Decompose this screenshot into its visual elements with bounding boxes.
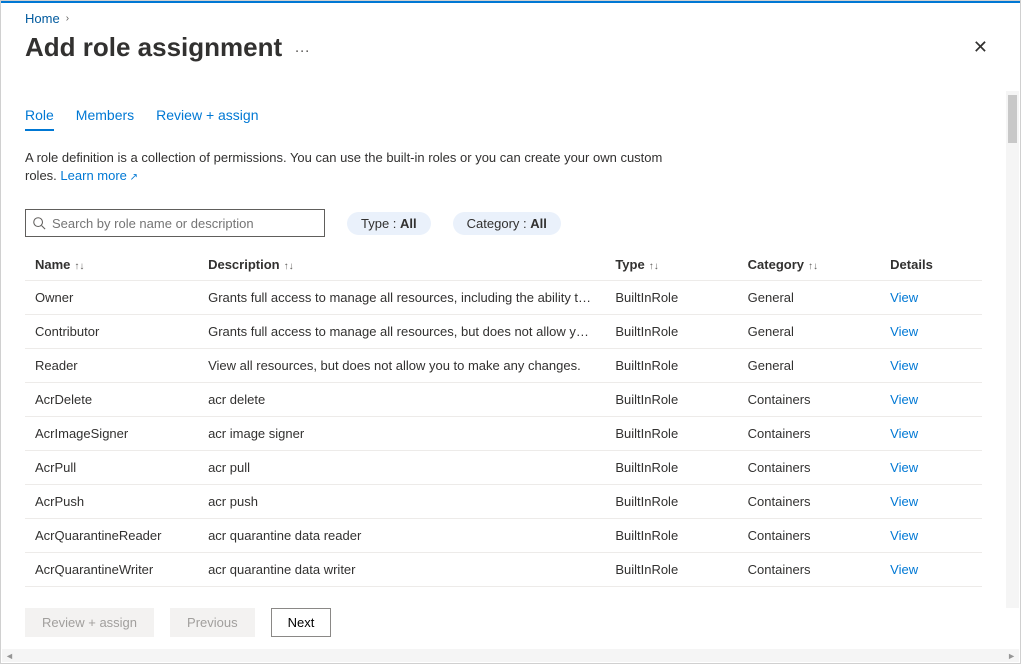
cell-category: Containers: [738, 485, 881, 519]
cell-description: Grants full access to manage all resourc…: [198, 315, 605, 349]
horizontal-scrollbar[interactable]: ◄ ►: [2, 649, 1019, 662]
cell-description: acr quarantine data writer: [198, 553, 605, 587]
column-header-type[interactable]: Type↑↓: [605, 249, 737, 281]
cell-type: BuiltInRole: [605, 519, 737, 553]
cell-description: acr delete: [198, 383, 605, 417]
table-row[interactable]: AcrPushacr pushBuiltInRoleContainers View: [25, 485, 982, 519]
cell-name: Reader: [25, 349, 198, 383]
cell-description: acr pull: [198, 451, 605, 485]
view-details-link[interactable]: View: [890, 562, 918, 577]
table-row[interactable]: AcrImageSigneracr image signerBuiltInRol…: [25, 417, 982, 451]
search-input[interactable]: [46, 216, 318, 231]
more-actions-button[interactable]: …: [294, 39, 311, 57]
tab-members[interactable]: Members: [76, 101, 134, 131]
cell-type: BuiltInRole: [605, 281, 737, 315]
tab-role[interactable]: Role: [25, 101, 54, 131]
cell-category: General: [738, 349, 881, 383]
column-header-details: Details: [880, 249, 982, 281]
cell-category: Containers: [738, 451, 881, 485]
page-title: Add role assignment: [25, 32, 282, 63]
cell-type: BuiltInRole: [605, 417, 737, 451]
cell-description: View all resources, but does not allow y…: [198, 349, 605, 383]
table-row[interactable]: OwnerGrants full access to manage all re…: [25, 281, 982, 315]
cell-category: General: [738, 281, 881, 315]
cell-name: AcrDelete: [25, 383, 198, 417]
description-text: A role definition is a collection of per…: [25, 149, 665, 185]
sort-icon: ↑↓: [808, 261, 818, 272]
sort-icon: ↑↓: [74, 261, 84, 272]
cell-type: BuiltInRole: [605, 553, 737, 587]
footer-actions: Review + assign Previous Next: [1, 596, 1020, 649]
column-header-description[interactable]: Description↑↓: [198, 249, 605, 281]
view-details-link[interactable]: View: [890, 324, 918, 339]
table-row[interactable]: AcrQuarantineReaderacr quarantine data r…: [25, 519, 982, 553]
table-row[interactable]: ContributorGrants full access to manage …: [25, 315, 982, 349]
review-assign-button: Review + assign: [25, 608, 154, 637]
external-link-icon: ↗: [127, 172, 138, 183]
cell-name: Contributor: [25, 315, 198, 349]
view-details-link[interactable]: View: [890, 290, 918, 305]
view-details-link[interactable]: View: [890, 528, 918, 543]
cell-category: Containers: [738, 553, 881, 587]
table-row[interactable]: AcrPullacr pullBuiltInRoleContainers View: [25, 451, 982, 485]
next-button[interactable]: Next: [271, 608, 332, 637]
view-details-link[interactable]: View: [890, 494, 918, 509]
scroll-right-icon[interactable]: ►: [1007, 651, 1016, 661]
cell-type: BuiltInRole: [605, 349, 737, 383]
cell-description: acr image signer: [198, 417, 605, 451]
table-row[interactable]: AcrQuarantineWriteracr quarantine data w…: [25, 553, 982, 587]
cell-name: AcrQuarantineReader: [25, 519, 198, 553]
table-row[interactable]: ReaderView all resources, but does not a…: [25, 349, 982, 383]
cell-name: Owner: [25, 281, 198, 315]
breadcrumb: Home ›: [1, 3, 1020, 30]
column-header-category[interactable]: Category↑↓: [738, 249, 881, 281]
cell-name: AcrPush: [25, 485, 198, 519]
cell-category: Containers: [738, 417, 881, 451]
cell-type: BuiltInRole: [605, 485, 737, 519]
cell-description: acr push: [198, 485, 605, 519]
table-row[interactable]: AcrDeleteacr deleteBuiltInRoleContainers…: [25, 383, 982, 417]
cell-name: AcrImageSigner: [25, 417, 198, 451]
breadcrumb-home[interactable]: Home: [25, 11, 60, 26]
tab-bar: Role Members Review + assign: [25, 101, 982, 131]
cell-category: Containers: [738, 519, 881, 553]
sort-icon: ↑↓: [284, 261, 294, 272]
cell-type: BuiltInRole: [605, 315, 737, 349]
cell-category: General: [738, 315, 881, 349]
column-header-name[interactable]: Name↑↓: [25, 249, 198, 281]
cell-type: BuiltInRole: [605, 451, 737, 485]
scrollbar-thumb[interactable]: [1008, 95, 1017, 143]
sort-icon: ↑↓: [649, 261, 659, 272]
view-details-link[interactable]: View: [890, 426, 918, 441]
filter-category[interactable]: Category : All: [453, 212, 561, 235]
cell-description: acr quarantine data reader: [198, 519, 605, 553]
scroll-left-icon[interactable]: ◄: [5, 651, 14, 661]
previous-button: Previous: [170, 608, 255, 637]
view-details-link[interactable]: View: [890, 460, 918, 475]
view-details-link[interactable]: View: [890, 358, 918, 373]
filter-type[interactable]: Type : All: [347, 212, 431, 235]
cell-description: Grants full access to manage all resourc…: [198, 281, 605, 315]
roles-table: Name↑↓ Description↑↓ Type↑↓ Category↑↓ D…: [25, 249, 982, 587]
chevron-right-icon: ›: [66, 13, 69, 24]
cell-name: AcrPull: [25, 451, 198, 485]
search-input-wrapper[interactable]: [25, 209, 325, 237]
cell-category: Containers: [738, 383, 881, 417]
vertical-scrollbar[interactable]: [1006, 91, 1019, 608]
cell-name: AcrQuarantineWriter: [25, 553, 198, 587]
search-icon: [32, 216, 46, 230]
learn-more-link[interactable]: Learn more ↗: [60, 168, 138, 183]
cell-type: BuiltInRole: [605, 383, 737, 417]
close-button[interactable]: ✕: [965, 33, 996, 62]
view-details-link[interactable]: View: [890, 392, 918, 407]
tab-review-assign[interactable]: Review + assign: [156, 101, 258, 131]
